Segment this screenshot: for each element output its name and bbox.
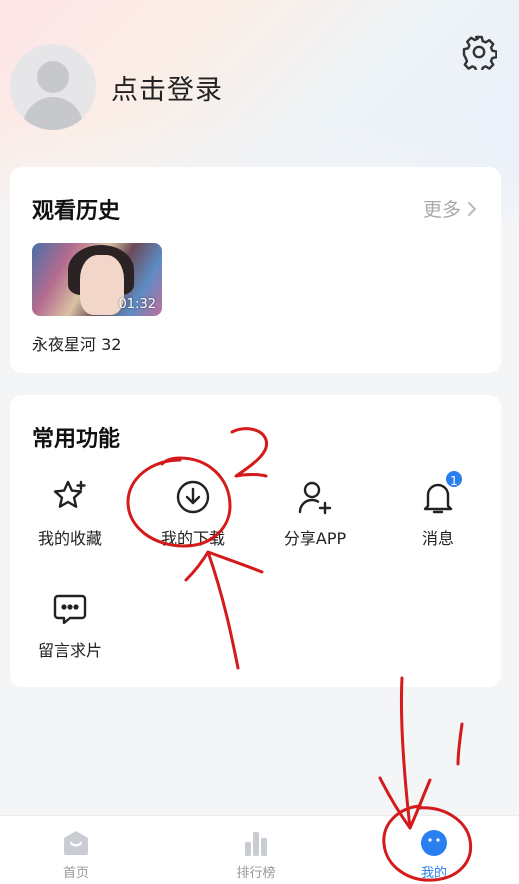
- bottom-tab-bar: 首页 排行榜 我的: [0, 815, 519, 884]
- thumbnail-figure-face: [80, 255, 124, 315]
- tab-home[interactable]: 首页: [16, 816, 136, 881]
- annotation-arrow-tab-mine: [378, 676, 432, 830]
- favorites-label: 我的收藏: [37, 529, 102, 548]
- avatar-head: [37, 61, 69, 93]
- avatar-body: [23, 97, 83, 130]
- video-duration: 01:32: [118, 297, 156, 312]
- annotation-mark-one: [456, 722, 464, 766]
- common-functions-card: 常用功能 我的收藏 我的下载 分享APP 1 消息 留言求片: [10, 395, 501, 687]
- more-label: 更多: [422, 199, 461, 221]
- share-app-label: 分享APP: [283, 529, 347, 548]
- chat-bubble-icon: [50, 589, 90, 629]
- avatar[interactable]: [10, 44, 96, 130]
- settings-gear-icon[interactable]: [461, 34, 498, 73]
- watch-history-title: 观看历史: [32, 199, 121, 224]
- watch-history-card: 观看历史 更多 01:32 永夜星河 32: [10, 167, 501, 373]
- more-link[interactable]: 更多: [423, 195, 477, 222]
- history-video-thumbnail[interactable]: 01:32: [32, 243, 162, 316]
- chevron-right-icon: [468, 201, 477, 216]
- tab-ranking-label: 排行榜: [236, 866, 276, 881]
- downloads-label: 我的下载: [160, 529, 225, 548]
- bell-icon: 1: [418, 469, 464, 517]
- common-functions-title: 常用功能: [32, 427, 121, 452]
- ranking-icon: [241, 828, 271, 858]
- home-icon: [61, 828, 91, 858]
- request-film-button[interactable]: 留言求片: [20, 589, 120, 661]
- smiley-profile-icon: [419, 828, 449, 858]
- tab-home-label: 首页: [62, 866, 89, 881]
- login-link[interactable]: 点击登录: [111, 68, 223, 107]
- request-film-label: 留言求片: [37, 641, 102, 660]
- download-icon: [173, 477, 213, 517]
- downloads-button[interactable]: 我的下载: [143, 477, 243, 549]
- messages-button[interactable]: 1 消息: [388, 469, 488, 549]
- tab-ranking[interactable]: 排行榜: [196, 816, 316, 881]
- star-plus-icon: [50, 477, 90, 517]
- tab-mine-label: 我的: [420, 866, 447, 881]
- user-plus-icon: [295, 477, 335, 517]
- favorites-button[interactable]: 我的收藏: [20, 477, 120, 549]
- messages-label: 消息: [421, 529, 454, 548]
- tab-mine[interactable]: 我的: [374, 816, 494, 881]
- share-app-button[interactable]: 分享APP: [265, 477, 365, 549]
- profile-area[interactable]: 点击登录: [10, 44, 223, 130]
- history-video-title[interactable]: 永夜星河 32: [32, 331, 121, 355]
- message-count-badge: 1: [444, 469, 464, 489]
